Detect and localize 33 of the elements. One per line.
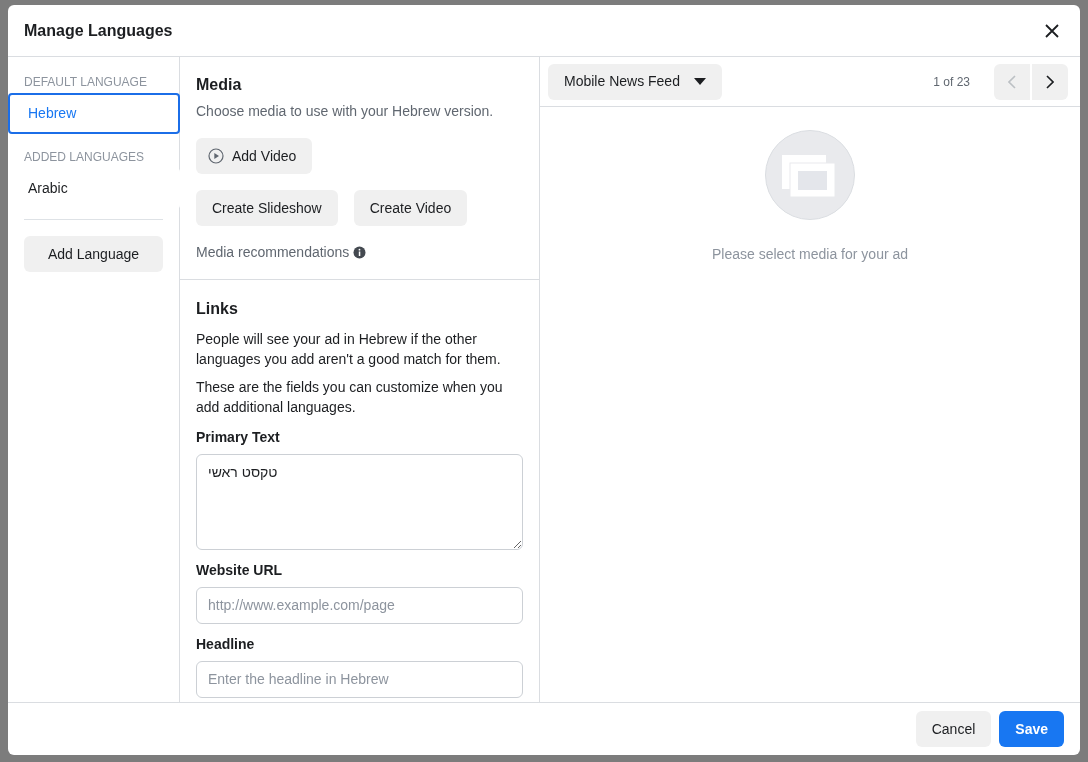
info-icon[interactable] bbox=[353, 246, 367, 259]
section-title: Links bbox=[196, 299, 239, 319]
text-area[interactable]: טקסט ראשי bbox=[196, 454, 523, 550]
paragraph-text: People will see your ad in Hebrew if the other languages you add aren't a good match for them. bbox=[196, 330, 502, 369]
media-button[interactable]: Create Video bbox=[353, 190, 468, 226]
add-language-button[interactable]: Add Language bbox=[24, 236, 163, 272]
play-icon bbox=[208, 148, 224, 164]
chevron-right-icon bbox=[1046, 74, 1054, 89]
paragraph-text: These are the fields you can customize when you add additional languages. bbox=[196, 378, 504, 417]
chevron-left-icon bbox=[1008, 74, 1016, 89]
recommendations-text: Media recommendations bbox=[196, 243, 350, 262]
field-label: Primary Text bbox=[196, 428, 281, 447]
media-button[interactable]: Create Slideshow bbox=[196, 190, 338, 226]
add-video-button[interactable]: Add Video bbox=[196, 138, 313, 174]
pager-text: 1 of 23 bbox=[933, 73, 970, 91]
media-placeholder-icon bbox=[765, 130, 855, 220]
placement-dropdown[interactable]: Mobile News Feed bbox=[548, 63, 722, 100]
section-title: Media bbox=[196, 75, 243, 95]
close-icon bbox=[1045, 23, 1059, 38]
input-field[interactable]: http://www.example.com/page bbox=[196, 587, 523, 624]
caret-icon bbox=[693, 78, 706, 85]
section-heading: DEFAULT LANGUAGE bbox=[23, 74, 148, 91]
pager-button[interactable] bbox=[1032, 63, 1068, 100]
description-text: Choose media to use with your Hebrew version. bbox=[196, 102, 495, 121]
field-label: Website URL bbox=[196, 561, 284, 580]
dialog-title: Manage Languages bbox=[24, 20, 173, 41]
cancel-button[interactable]: Cancel bbox=[915, 711, 992, 747]
language-item[interactable]: Hebrew bbox=[8, 93, 180, 134]
save-button[interactable]: Save bbox=[999, 711, 1064, 747]
empty-message: Please select media for your ad bbox=[711, 245, 909, 264]
input-field[interactable]: Enter the headline in Hebrew bbox=[196, 661, 523, 698]
section-heading: ADDED LANGUAGES bbox=[23, 149, 146, 166]
field-label: Headline bbox=[196, 635, 256, 654]
